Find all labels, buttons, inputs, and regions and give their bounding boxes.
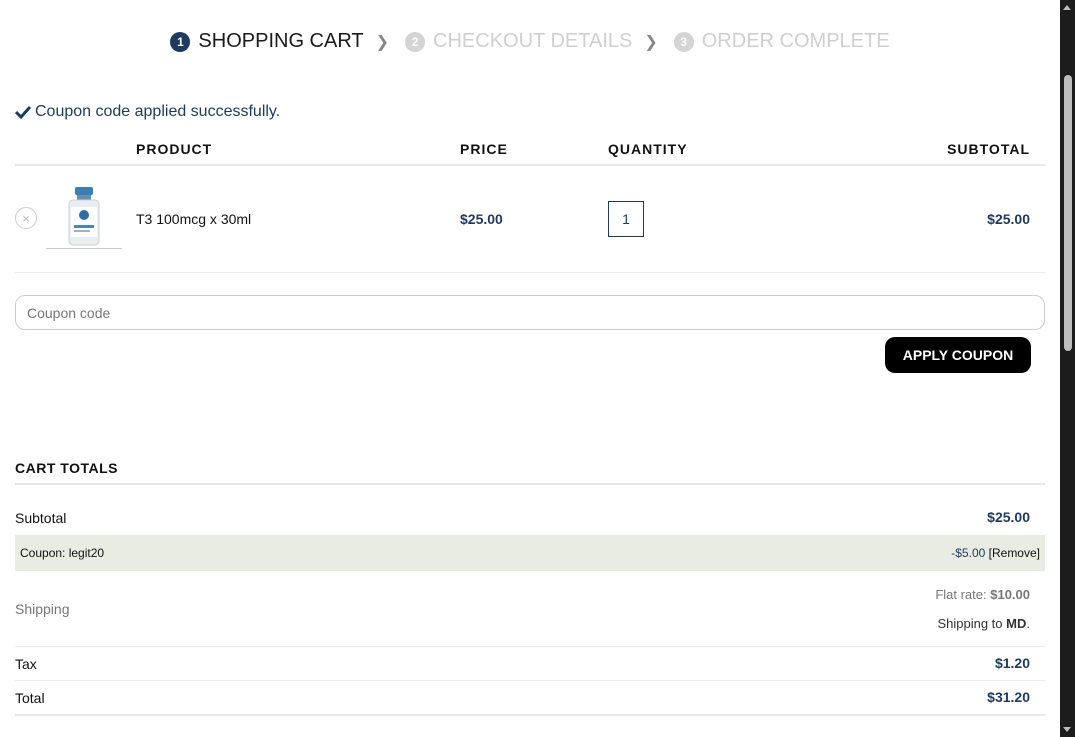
total-value: $31.20 — [987, 689, 1030, 705]
shipping-destination: Shipping to MD. — [937, 616, 1030, 631]
vial-image — [46, 187, 122, 249]
step-shopping-cart[interactable]: 1 SHOPPING CART — [170, 30, 364, 53]
shipping-rate-label: Flat rate: — [935, 587, 987, 602]
step-label: CHECKOUT DETAILS — [433, 30, 633, 52]
success-notice: Coupon code applied successfully. — [15, 103, 280, 121]
coupon-row: Coupon: legit20 -$5.00 [Remove] — [15, 535, 1045, 571]
checkout-steps: 1 SHOPPING CART ❯ 2 CHECKOUT DETAILS ❯ 3… — [0, 30, 1060, 53]
coupon-label: Coupon: legit20 — [20, 546, 105, 560]
shipping-rate: Flat rate: $10.00 — [935, 587, 1030, 602]
step-checkout-details[interactable]: 2 CHECKOUT DETAILS — [405, 30, 632, 53]
divider — [15, 646, 1045, 647]
coupon-remove-link[interactable]: [Remove] — [989, 546, 1040, 560]
checkmark-icon — [15, 105, 31, 119]
divider — [15, 272, 1045, 273]
remove-item-button[interactable]: × — [15, 207, 37, 229]
subtotal-value: $25.00 — [987, 509, 1030, 525]
step-number: 1 — [170, 31, 191, 52]
tax-value: $1.20 — [994, 655, 1030, 671]
header-price: PRICE — [460, 141, 508, 157]
product-price: $25.00 — [460, 211, 503, 227]
shipping-to-state: MD — [1006, 616, 1027, 631]
tax-label: Tax — [15, 656, 37, 672]
total-label: Total — [15, 690, 45, 706]
scroll-down-arrow-icon[interactable] — [1063, 727, 1071, 732]
apply-coupon-button[interactable]: APPLY COUPON — [885, 337, 1031, 373]
cart-page: 1 SHOPPING CART ❯ 2 CHECKOUT DETAILS ❯ 3… — [0, 0, 1060, 737]
chevron-right-icon: ❯ — [644, 33, 658, 51]
divider — [15, 714, 1045, 716]
header-quantity: QUANTITY — [608, 141, 688, 157]
shipping-label: Shipping — [15, 601, 70, 617]
scroll-up-arrow-icon[interactable] — [1063, 5, 1071, 10]
step-order-complete[interactable]: 3 ORDER COMPLETE — [673, 30, 890, 53]
divider — [15, 680, 1045, 681]
divider — [15, 164, 1045, 166]
coupon-discount: -$5.00 [Remove] — [951, 546, 1040, 560]
step-label: ORDER COMPLETE — [701, 30, 890, 52]
coupon-code-input[interactable]: Coupon code — [15, 295, 1045, 330]
step-number: 3 — [673, 31, 694, 52]
quantity-input[interactable]: 1 — [608, 201, 644, 237]
shipping-to-suffix: . — [1026, 616, 1030, 631]
step-label: SHOPPING CART — [198, 30, 364, 52]
header-product: PRODUCT — [136, 141, 213, 157]
scrollbar-thumb[interactable] — [1064, 75, 1072, 351]
step-number: 2 — [405, 31, 426, 52]
product-thumbnail[interactable] — [45, 185, 123, 251]
vertical-scrollbar[interactable] — [1060, 0, 1075, 737]
notice-text: Coupon code applied successfully. — [35, 103, 281, 120]
divider — [15, 483, 1045, 485]
chevron-right-icon: ❯ — [375, 33, 390, 51]
coupon-value: -$5.00 — [951, 546, 986, 560]
product-subtotal: $25.00 — [987, 211, 1030, 227]
shipping-rate-value: $10.00 — [990, 587, 1030, 602]
cart-totals-title: CART TOTALS — [15, 460, 118, 476]
shipping-to-prefix: Shipping to — [937, 616, 1003, 631]
subtotal-label: Subtotal — [15, 510, 67, 526]
header-subtotal: SUBTOTAL — [947, 141, 1030, 157]
product-name[interactable]: T3 100mcg x 30ml — [136, 211, 251, 227]
